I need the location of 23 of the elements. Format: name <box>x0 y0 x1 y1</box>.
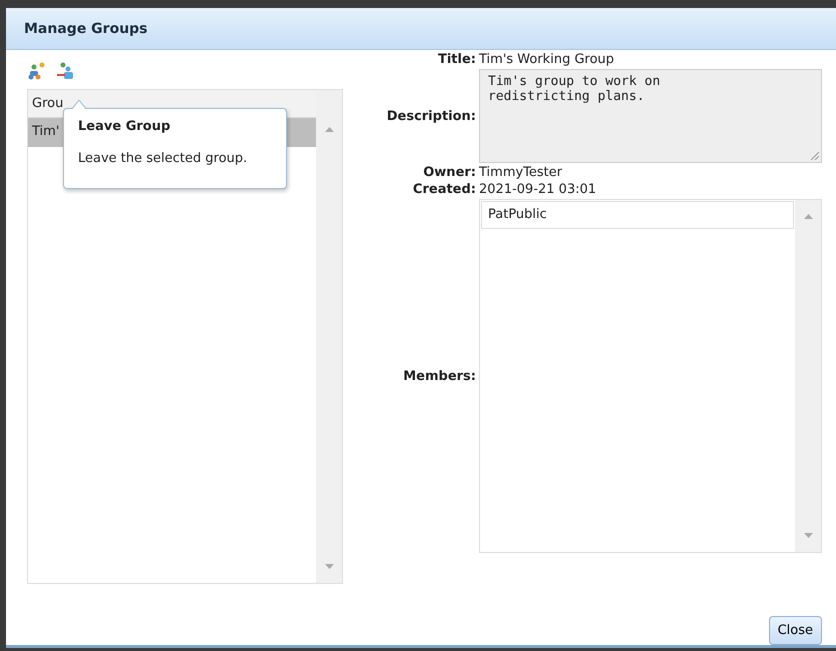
scroll-down-icon[interactable] <box>804 533 812 538</box>
scrollbar[interactable] <box>795 200 821 552</box>
scrollbar[interactable] <box>316 90 342 583</box>
field-label: Title: <box>436 52 476 67</box>
title-value: Tim's Working Group <box>479 52 616 67</box>
scroll-up-icon[interactable] <box>324 127 334 132</box>
scroll-down-icon[interactable] <box>324 564 334 569</box>
field-label: Owner: <box>422 165 476 180</box>
scroll-up-icon[interactable] <box>804 214 812 219</box>
tooltip-title: Leave Group <box>78 119 172 134</box>
owner-value: TimmyTester <box>479 165 564 180</box>
people-gear-icon[interactable] <box>27 60 47 80</box>
person-minus-icon[interactable] <box>55 60 75 80</box>
resize-grip-icon[interactable] <box>811 152 819 160</box>
member-item[interactable]: PatPublic <box>481 201 794 229</box>
description-field[interactable]: Tim's group to work on redistricting plans. <box>479 69 822 163</box>
field-label: Members: <box>402 368 476 384</box>
field-label: Description: <box>386 108 476 124</box>
field-label: Created: <box>412 182 476 197</box>
tooltip-text: Leave the selected group. <box>78 151 248 166</box>
dialog-title: Manage Groups <box>6 8 836 50</box>
created-value: 2021-09-21 03:01 <box>479 182 598 197</box>
close-button[interactable]: Close <box>768 616 822 645</box>
